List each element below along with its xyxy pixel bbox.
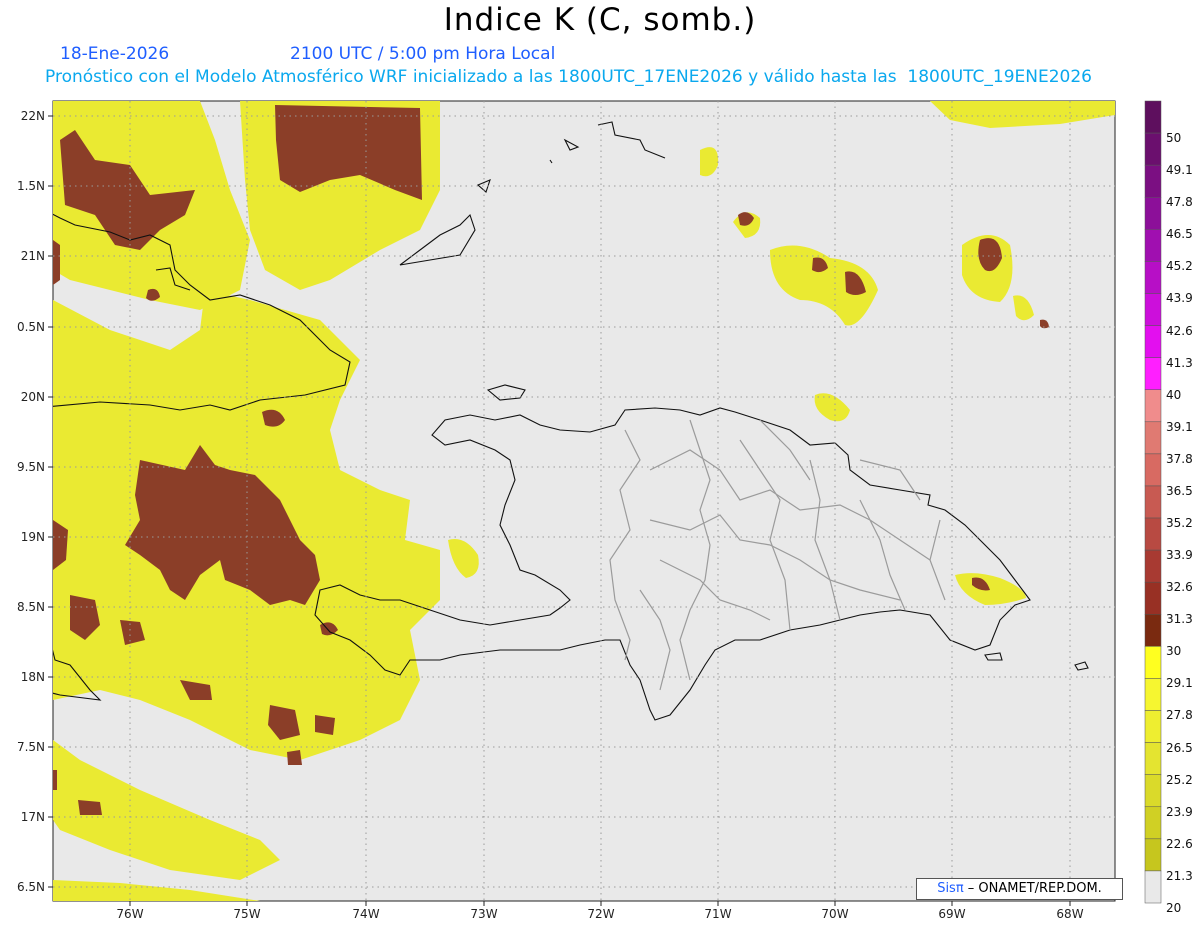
- colorbar-swatch: [1144, 357, 1162, 390]
- lat-label: 22N: [21, 109, 45, 123]
- colorbar-swatch: [1144, 100, 1162, 134]
- credit-brand: Sisπ: [937, 881, 964, 896]
- lon-label: 68W: [1056, 907, 1083, 921]
- colorbar-label: 42.6: [1166, 323, 1193, 338]
- colorbar-swatch: [1144, 742, 1162, 775]
- colorbar-swatch: [1144, 678, 1162, 711]
- colorbar-swatch: [1144, 806, 1162, 840]
- colorbar-label: 45.2: [1166, 259, 1193, 274]
- colorbar-swatch: [1144, 485, 1162, 519]
- colorbar-swatch: [1144, 293, 1162, 326]
- colorbar-label: 21.3: [1166, 868, 1193, 883]
- credit-org: – ONAMET/REP.DOM.: [963, 881, 1102, 896]
- colorbar-label: 31.3: [1166, 612, 1193, 627]
- lat-label: 18N: [21, 670, 45, 684]
- colorbar-swatch: [1144, 581, 1162, 615]
- lon-label: 74W: [352, 907, 379, 921]
- colorbar-label: 33.9: [1166, 548, 1193, 563]
- colorbar-label: 50: [1166, 131, 1182, 146]
- colorbar-label: 27.8: [1166, 708, 1193, 723]
- lat-label: 19N: [21, 530, 45, 544]
- k-core-sw-d: [78, 800, 102, 815]
- colorbar-label: 47.8: [1166, 195, 1193, 210]
- colorbar-label: 39.1: [1166, 419, 1193, 434]
- lon-label: 73W: [470, 907, 497, 921]
- colorbar-swatch: [1144, 710, 1162, 743]
- k-index-map: 22N 1.5N 21N 0.5N 20N 9.5N 19N 8.5N 18N …: [17, 100, 1162, 921]
- colorbar-swatch: [1144, 549, 1162, 583]
- lat-label: 1.5N: [17, 179, 45, 193]
- colorbar-swatch: [1144, 838, 1162, 872]
- colorbar-label: 40: [1166, 387, 1182, 402]
- lon-label: 70W: [821, 907, 848, 921]
- lon-label: 76W: [116, 907, 143, 921]
- colorbar-label: 30: [1166, 644, 1182, 659]
- colorbar-swatch: [1144, 196, 1162, 230]
- colorbar-label: 23.9: [1166, 804, 1193, 819]
- colorbar: [1144, 100, 1162, 904]
- lat-label: 20N: [21, 390, 45, 404]
- colorbar-swatch: [1144, 229, 1162, 262]
- colorbar-label: 26.5: [1166, 740, 1193, 755]
- colorbar-swatch: [1144, 389, 1162, 423]
- colorbar-label: 22.6: [1166, 836, 1193, 851]
- k-core-s-b: [315, 715, 335, 735]
- colorbar-swatch: [1144, 164, 1162, 198]
- lon-label: 72W: [587, 907, 614, 921]
- colorbar-swatch: [1144, 774, 1162, 808]
- lon-label: 71W: [704, 907, 731, 921]
- lat-label: 8.5N: [17, 600, 45, 614]
- colorbar-swatch: [1144, 325, 1162, 358]
- lat-label: 7.5N: [17, 740, 45, 754]
- colorbar-swatch: [1144, 646, 1162, 679]
- colorbar-swatch: [1144, 453, 1162, 487]
- colorbar-label: 32.6: [1166, 580, 1193, 595]
- colorbar-label: 25.2: [1166, 772, 1193, 787]
- colorbar-swatch: [1144, 261, 1162, 294]
- colorbar-swatch: [1144, 614, 1162, 647]
- k-core-s-c: [287, 750, 302, 765]
- lat-label: 21N: [21, 249, 45, 263]
- credit-box: Sisπ – ONAMET/REP.DOM.: [916, 878, 1123, 900]
- colorbar-swatch: [1144, 132, 1162, 166]
- lat-label: 0.5N: [17, 320, 45, 334]
- colorbar-label: 29.1: [1166, 676, 1193, 691]
- colorbar-label: 35.2: [1166, 516, 1193, 530]
- lat-label: 9.5N: [17, 460, 45, 474]
- colorbar-label: 41.3: [1166, 355, 1193, 370]
- colorbar-swatch: [1144, 870, 1162, 904]
- colorbar-label: 20: [1166, 900, 1182, 915]
- colorbar-swatch: [1144, 421, 1162, 455]
- colorbar-label: 46.5: [1166, 227, 1193, 242]
- colorbar-label: 49.1: [1166, 163, 1193, 178]
- lon-label: 69W: [938, 907, 965, 921]
- k-core-sw-edge: [53, 770, 57, 790]
- lat-label: 6.5N: [17, 880, 45, 894]
- colorbar-label: 43.9: [1166, 291, 1193, 306]
- lon-label: 75W: [233, 907, 260, 921]
- colorbar-label: 37.8: [1166, 451, 1193, 466]
- colorbar-label: 36.5: [1166, 483, 1193, 498]
- colorbar-swatch: [1144, 517, 1162, 551]
- lat-label: 17N: [21, 810, 45, 824]
- k-core-west-edge: [53, 240, 60, 285]
